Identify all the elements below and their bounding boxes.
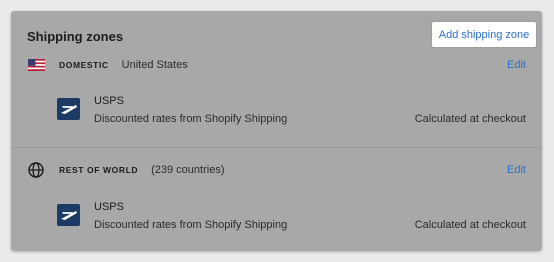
rate-price: Calculated at checkout [414,219,526,231]
rate-description: Discounted rates from Shopify Shipping [94,113,288,125]
usps-logo-icon [57,98,80,120]
section-title: Shipping zones [27,29,124,44]
zone-name: REST OF WORLD [59,165,139,175]
shipping-zones-card: Shipping zones Add shipping zone DOMESTI… [11,11,542,251]
carrier-name: USPS [94,95,124,107]
zone-divider [11,147,542,148]
add-shipping-zone-button[interactable]: Add shipping zone [432,22,536,47]
rate-description: Discounted rates from Shopify Shipping [94,219,288,231]
rate-price: Calculated at checkout [414,113,526,125]
us-flag-icon [27,58,45,72]
rate-row: USPS Discounted rates from Shopify Shipp… [57,201,526,235]
rate-row: USPS Discounted rates from Shopify Shipp… [57,95,526,129]
zone-header: DOMESTIC United States Edit [27,55,526,75]
zone-name: DOMESTIC [59,60,109,70]
zone-meta: United States [121,59,188,71]
zone-header: REST OF WORLD (239 countries) Edit [27,160,526,180]
edit-zone-link[interactable]: Edit [507,164,526,176]
usps-logo-icon [57,204,80,226]
carrier-name: USPS [94,201,124,213]
globe-icon [27,162,45,178]
edit-zone-link[interactable]: Edit [507,59,526,71]
zone-meta: (239 countries) [151,164,225,176]
